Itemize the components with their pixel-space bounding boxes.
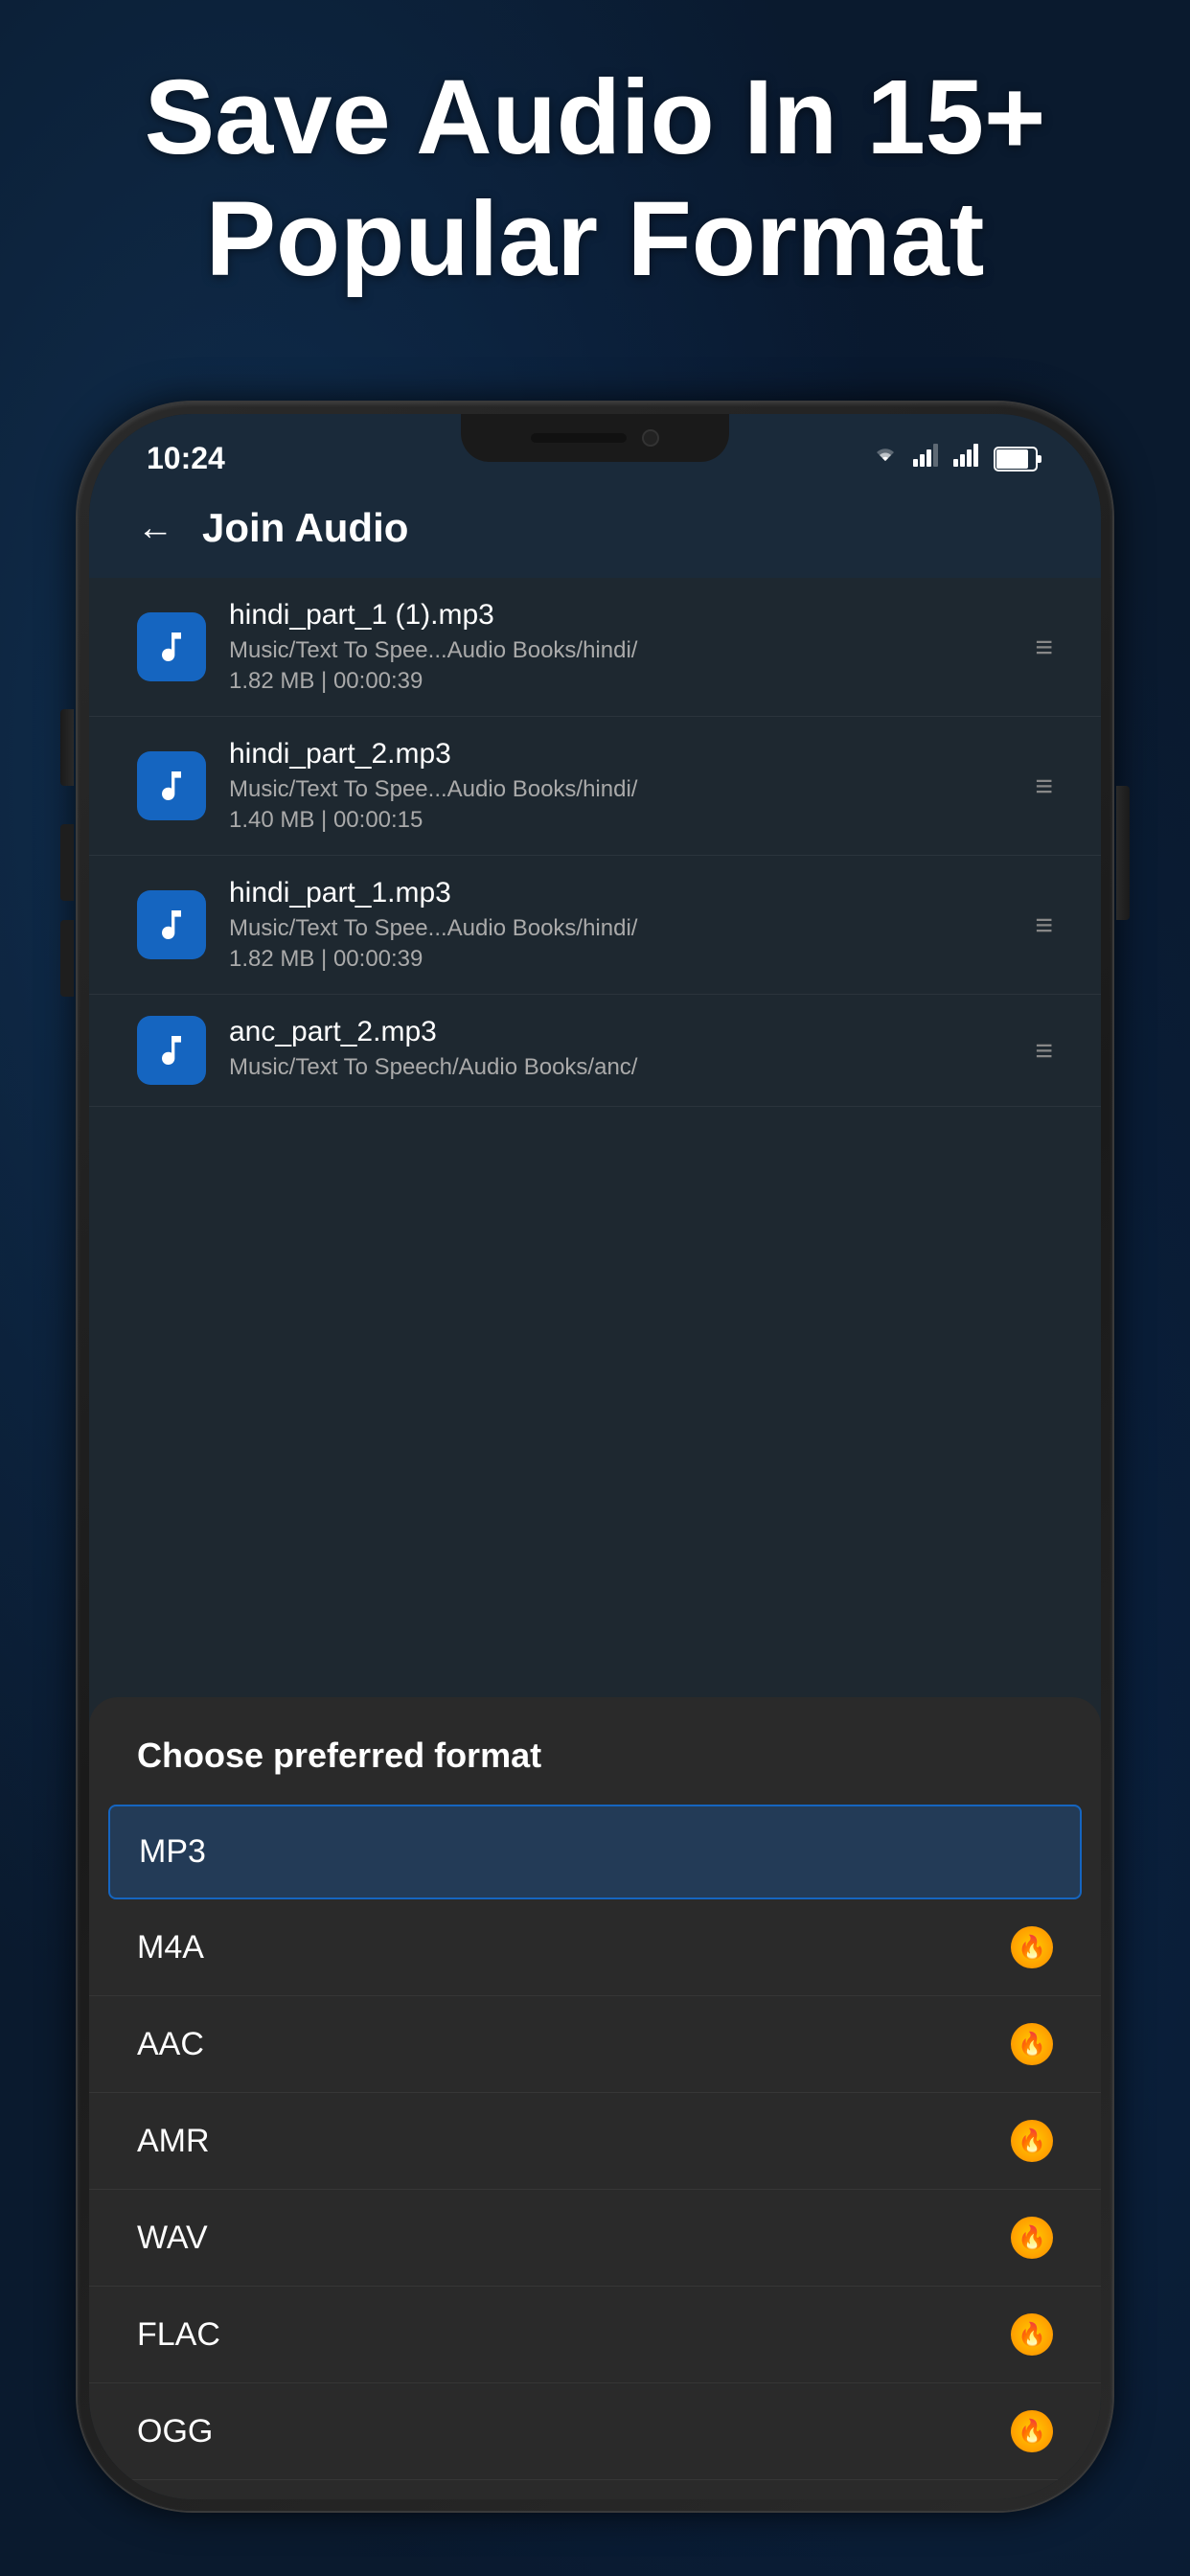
file-path: Music/Text To Spee...Audio Books/hindi/ xyxy=(229,915,1012,942)
format-item-flac[interactable]: FLAC 🔥 xyxy=(89,2287,1101,2383)
file-icon xyxy=(137,890,206,959)
format-item-ogg[interactable]: OGG 🔥 xyxy=(89,2383,1101,2480)
phone-frame: 10:24 xyxy=(78,402,1112,2511)
file-path: Music/Text To Spee...Audio Books/hindi/ xyxy=(229,637,1012,664)
speaker xyxy=(531,433,627,443)
file-item[interactable]: hindi_part_2.mp3 Music/Text To Spee...Au… xyxy=(89,717,1101,856)
premium-icon-flac: 🔥 xyxy=(1011,2313,1053,2356)
camera xyxy=(642,429,659,447)
file-info: hindi_part_1.mp3 Music/Text To Spee...Au… xyxy=(229,877,1012,973)
file-info: hindi_part_1 (1).mp3 Music/Text To Spee.… xyxy=(229,599,1012,695)
file-item[interactable]: anc_part_2.mp3 Music/Text To Speech/Audi… xyxy=(89,995,1101,1107)
premium-icon-ogg: 🔥 xyxy=(1011,2410,1053,2452)
file-icon xyxy=(137,612,206,681)
file-meta: 1.82 MB | 00:00:39 xyxy=(229,668,1012,695)
drag-handle[interactable]: ≡ xyxy=(1035,908,1053,943)
file-name: hindi_part_1 (1).mp3 xyxy=(229,599,1012,632)
format-label-wav: WAV xyxy=(137,2220,208,2257)
file-meta: 1.40 MB | 00:00:15 xyxy=(229,807,1012,834)
file-path: Music/Text To Speech/Audio Books/anc/ xyxy=(229,1054,1012,1081)
premium-icon-wav: 🔥 xyxy=(1011,2217,1053,2259)
format-label-flac: FLAC xyxy=(137,2316,220,2354)
format-label-ogg: OGG xyxy=(137,2413,213,2450)
phone-outer: 10:24 xyxy=(78,402,1112,2511)
hero-title: Save Audio In 15+ Popular Format xyxy=(57,58,1133,300)
notch xyxy=(461,414,729,462)
format-item-aac[interactable]: AAC 🔥 xyxy=(89,1996,1101,2093)
file-name: anc_part_2.mp3 xyxy=(229,1016,1012,1048)
file-item[interactable]: hindi_part_1 (1).mp3 Music/Text To Spee.… xyxy=(89,578,1101,717)
format-item-mp3[interactable]: MP3 xyxy=(108,1805,1082,1899)
format-label-aac: AAC xyxy=(137,2026,204,2063)
format-item-wav[interactable]: WAV 🔥 xyxy=(89,2190,1101,2287)
format-label-amr: AMR xyxy=(137,2123,210,2160)
hero-section: Save Audio In 15+ Popular Format xyxy=(0,58,1190,300)
drag-handle[interactable]: ≡ xyxy=(1035,630,1053,665)
bottom-sheet: Choose preferred format MP3 M4A 🔥 AAC 🔥 xyxy=(89,1697,1101,2499)
format-item-amr[interactable]: AMR 🔥 xyxy=(89,2093,1101,2190)
signal2-icon xyxy=(953,444,980,473)
format-item-m4a[interactable]: M4A 🔥 xyxy=(89,1899,1101,1996)
sheet-title: Choose preferred format xyxy=(89,1736,1101,1805)
drag-handle[interactable]: ≡ xyxy=(1035,769,1053,804)
status-icons xyxy=(871,444,1043,473)
file-icon xyxy=(137,1016,206,1085)
phone-screen: 10:24 xyxy=(89,414,1101,2499)
file-info: anc_part_2.mp3 Music/Text To Speech/Audi… xyxy=(229,1016,1012,1085)
phone-inner: 10:24 xyxy=(89,414,1101,2499)
app-header: ← Join Audio xyxy=(89,486,1101,578)
drag-handle[interactable]: ≡ xyxy=(1035,1033,1053,1069)
file-name: hindi_part_2.mp3 xyxy=(229,738,1012,770)
format-label-m4a: M4A xyxy=(137,1929,204,1966)
signal-icon xyxy=(913,444,940,473)
file-name: hindi_part_1.mp3 xyxy=(229,877,1012,909)
back-button[interactable]: ← xyxy=(137,508,173,549)
file-icon xyxy=(137,751,206,820)
premium-icon-m4a: 🔥 xyxy=(1011,1926,1053,1968)
file-info: hindi_part_2.mp3 Music/Text To Spee...Au… xyxy=(229,738,1012,834)
file-path: Music/Text To Spee...Audio Books/hindi/ xyxy=(229,776,1012,803)
format-label-mp3: MP3 xyxy=(139,1833,206,1871)
premium-icon-amr: 🔥 xyxy=(1011,2120,1053,2162)
battery-icon xyxy=(994,447,1043,472)
app-title: Join Audio xyxy=(202,505,408,551)
file-item[interactable]: hindi_part_1.mp3 Music/Text To Spee...Au… xyxy=(89,856,1101,995)
status-time: 10:24 xyxy=(147,441,225,476)
wifi-icon xyxy=(871,444,900,473)
premium-icon-aac: 🔥 xyxy=(1011,2023,1053,2065)
file-meta: 1.82 MB | 00:00:39 xyxy=(229,946,1012,973)
